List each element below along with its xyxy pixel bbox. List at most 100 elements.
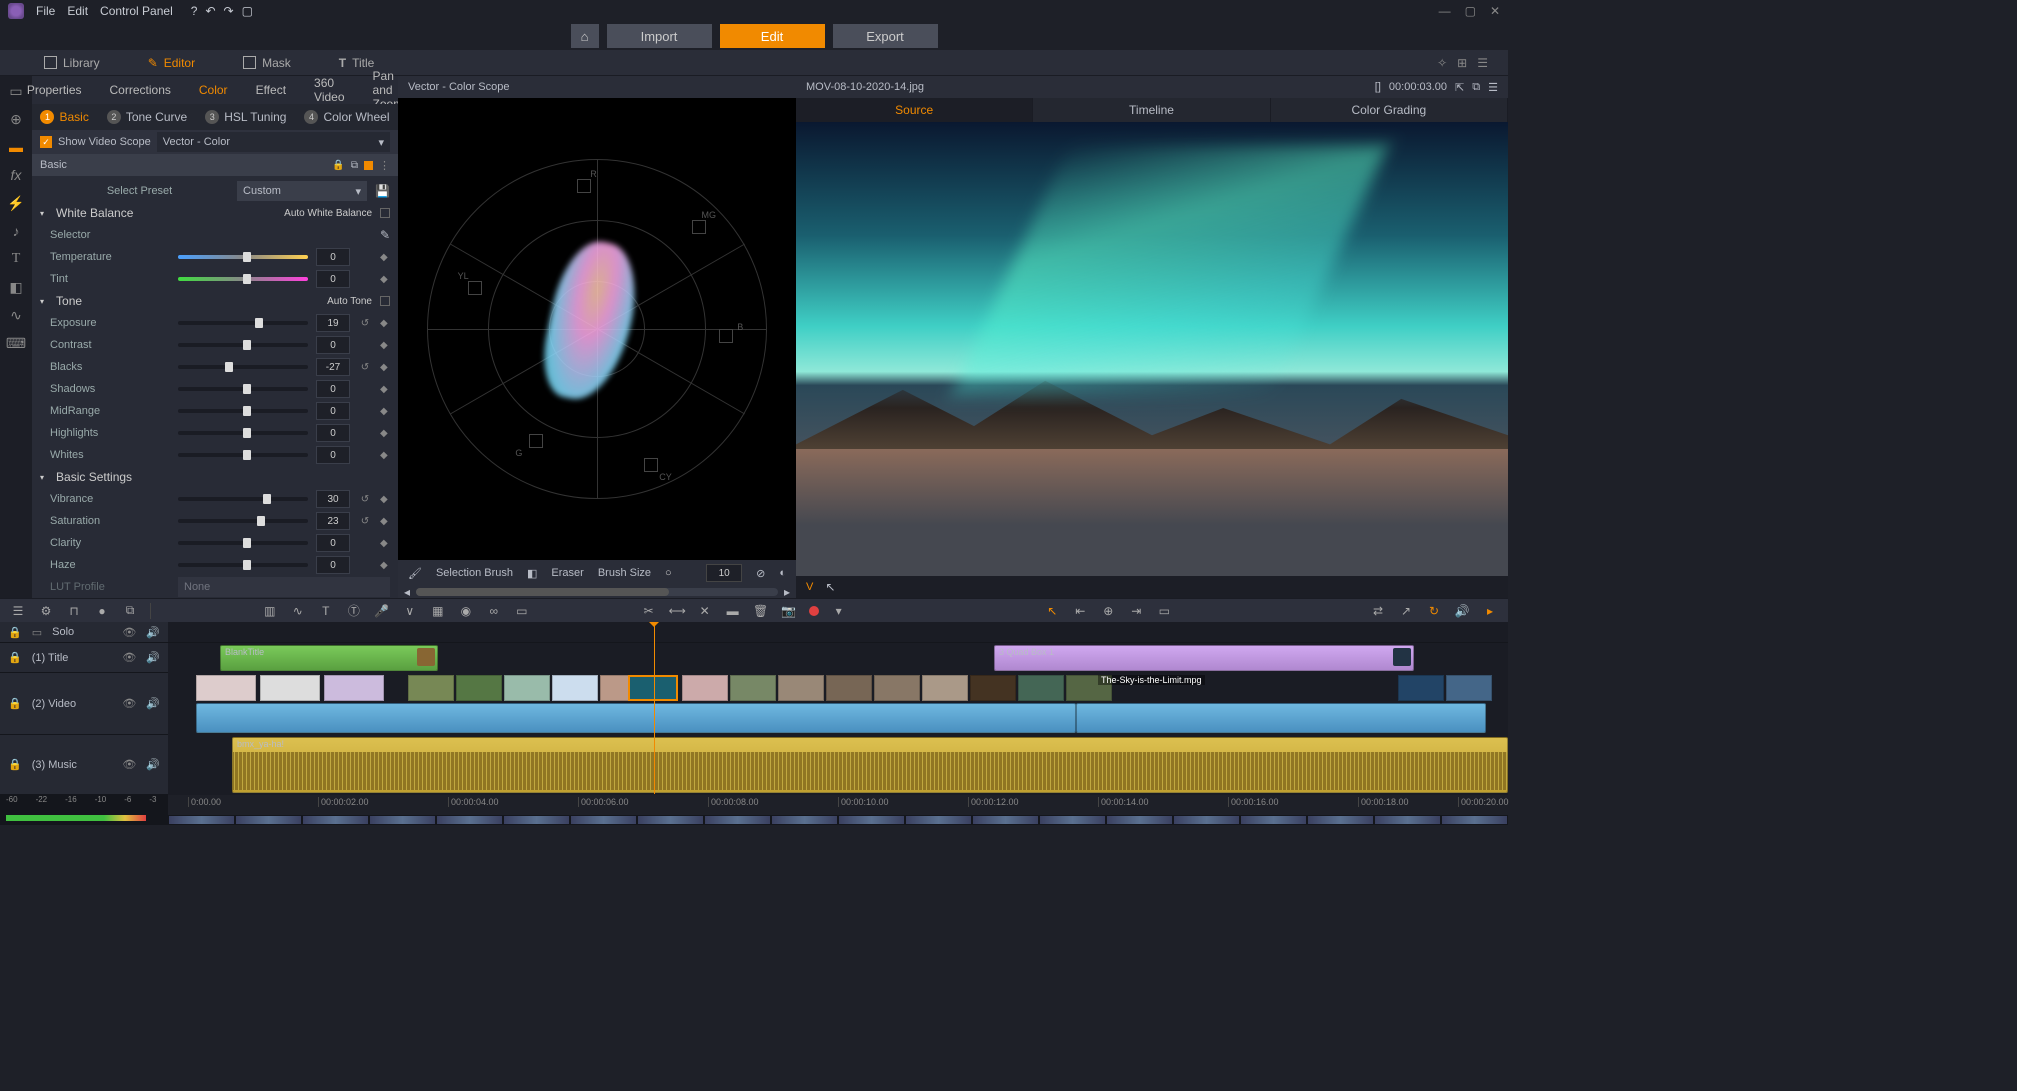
midrange-input[interactable] [316,402,350,420]
video-thumb[interactable] [778,675,824,701]
eraser-icon[interactable]: ◧ [527,567,537,580]
undo-icon[interactable]: ↶ [205,4,215,18]
auto-wb-checkbox[interactable] [380,208,390,218]
invert-mask-icon[interactable]: ◐ [779,567,786,579]
whites-slider[interactable] [178,453,308,457]
auto-tone-checkbox[interactable] [380,296,390,306]
play-icon[interactable]: ▸ [1482,604,1498,618]
speaker-icon[interactable]: 🔊 [146,758,160,771]
import-button[interactable]: Import [607,24,712,48]
tab-editor[interactable]: ✎Editor [124,50,219,75]
waveform-icon[interactable]: ∿ [290,604,306,618]
subtab-corrections[interactable]: Corrections [110,83,171,97]
tracks-icon[interactable]: ☰ [10,604,26,618]
folder-icon[interactable]: ▬ [7,138,25,156]
clarity-input[interactable] [316,534,350,552]
split-icon[interactable]: ⟷ [669,604,685,618]
video-thumb[interactable] [730,675,776,701]
record-icon[interactable] [809,606,819,616]
playhead[interactable] [654,622,655,794]
video-track-body[interactable]: The-Sky-is-the-Limit.mpg [168,673,1508,735]
video-thumb[interactable] [826,675,872,701]
time-ruler[interactable]: 0:00.00 00:00:02.00 00:00:04.00 00:00:06… [168,795,1508,825]
toggle-icon[interactable]: ● [94,604,110,618]
video-thumb[interactable] [970,675,1016,701]
chevron-down-icon[interactable]: ▾ [831,604,847,618]
video-thumb[interactable] [682,675,728,701]
vibrance-slider[interactable] [178,497,308,501]
fx-icon[interactable]: fx [7,166,25,184]
histogram-icon[interactable]: ▥ [262,604,278,618]
keyframe-icon[interactable]: ◆ [380,274,390,285]
bolt-icon[interactable]: ⚡ [7,194,25,212]
ptab-source[interactable]: Source [796,98,1033,122]
menu-icon[interactable]: ☰ [1488,81,1498,94]
trash-icon[interactable]: 🗑 [753,604,769,618]
lock-icon[interactable]: 🔒 [8,758,22,771]
preview-viewport[interactable] [796,122,1508,576]
multicam-icon[interactable]: ▦ [430,604,446,618]
group-icon[interactable]: ▭ [514,604,530,618]
section-basicsettings[interactable]: Basic Settings [32,466,398,488]
trim-out-icon[interactable]: ⇥ [1128,604,1144,618]
props-scroll[interactable]: Select Preset Custom▾ 💾 White Balance Au… [32,176,398,598]
trim-in-icon[interactable]: ⇤ [1072,604,1088,618]
video-thumb[interactable] [1018,675,1064,701]
keyframe-icon[interactable]: ◆ [380,340,390,351]
zoom-thumbnails[interactable] [168,815,1508,825]
copy-icon[interactable]: ⧉ [351,160,358,171]
preset-select[interactable]: Custom▾ [237,181,367,201]
colortab-colorwheel[interactable]: 4Color Wheel [304,110,389,124]
tint-slider[interactable] [178,277,308,281]
camera-icon[interactable]: 📷 [781,604,797,618]
brush-size-input[interactable] [706,564,742,582]
track-icon[interactable]: ▭ [32,626,42,639]
ptab-colorgrading[interactable]: Color Grading [1271,98,1508,122]
globe-icon[interactable]: ⊕ [7,110,25,128]
clip-music[interactable]: bmx_ya-ha! [232,737,1508,793]
magnet-icon[interactable]: ⊓ [66,604,82,618]
blacks-slider[interactable] [178,365,308,369]
subtab-effect[interactable]: Effect [256,83,286,97]
video-thumb[interactable] [552,675,598,701]
eye-icon[interactable]: 👁 [122,651,136,664]
curve-icon[interactable]: ∨ [402,604,418,618]
expand-icon[interactable]: ⊕ [1100,604,1116,618]
subtab-properties[interactable]: Properties [27,83,82,97]
lock-icon[interactable]: 🔒 [332,160,344,171]
music-icon[interactable]: ♪ [7,222,25,240]
popout-icon[interactable]: ⇱ [1455,81,1464,94]
eye-icon[interactable]: 👁 [122,697,136,710]
video-thumb[interactable] [1398,675,1444,701]
menu-edit[interactable]: Edit [67,4,88,18]
keyframe-icon[interactable]: ◆ [380,560,390,571]
contrast-slider[interactable] [178,343,308,347]
tab-mask[interactable]: Mask [219,50,315,75]
reset-icon[interactable]: ↺ [358,318,372,329]
wand-icon[interactable]: ✧ [1437,56,1447,70]
reset-icon[interactable]: ↺ [358,494,372,505]
video-thumb[interactable] [504,675,550,701]
vibrance-input[interactable] [316,490,350,508]
lock-icon[interactable]: 🔒 [8,697,22,710]
mic-icon[interactable]: 🎤 [374,604,390,618]
link-icon[interactable]: ∞ [486,604,502,618]
scope-type-select[interactable]: Vector - Color ▾ [157,132,390,152]
section-tone[interactable]: Tone Auto Tone [32,290,398,312]
clear-mask-icon[interactable]: ⊘ [756,567,765,580]
shapes-icon[interactable]: ◧ [7,278,25,296]
title-track-body[interactable]: BlankTitle 3 Quad Box 1 [168,643,1508,673]
settings-icon[interactable]: ⚙ [38,604,54,618]
lock-icon[interactable]: 🔒 [8,626,22,639]
video-thumb[interactable] [456,675,502,701]
eye-icon[interactable]: 👁 [122,758,136,771]
menu-icon[interactable]: ⋮ [379,159,390,172]
bars-icon[interactable]: ☰ [1477,56,1488,70]
section-whitebalance[interactable]: White Balance Auto White Balance [32,202,398,224]
eye-icon[interactable]: 👁 [122,626,136,639]
keyframe-icon[interactable]: ◆ [380,494,390,505]
textbox-icon[interactable]: Ⓣ [346,602,362,619]
video-thumb[interactable] [196,675,256,701]
keyframe-icon[interactable]: ◆ [380,362,390,373]
exposure-input[interactable] [316,314,350,332]
